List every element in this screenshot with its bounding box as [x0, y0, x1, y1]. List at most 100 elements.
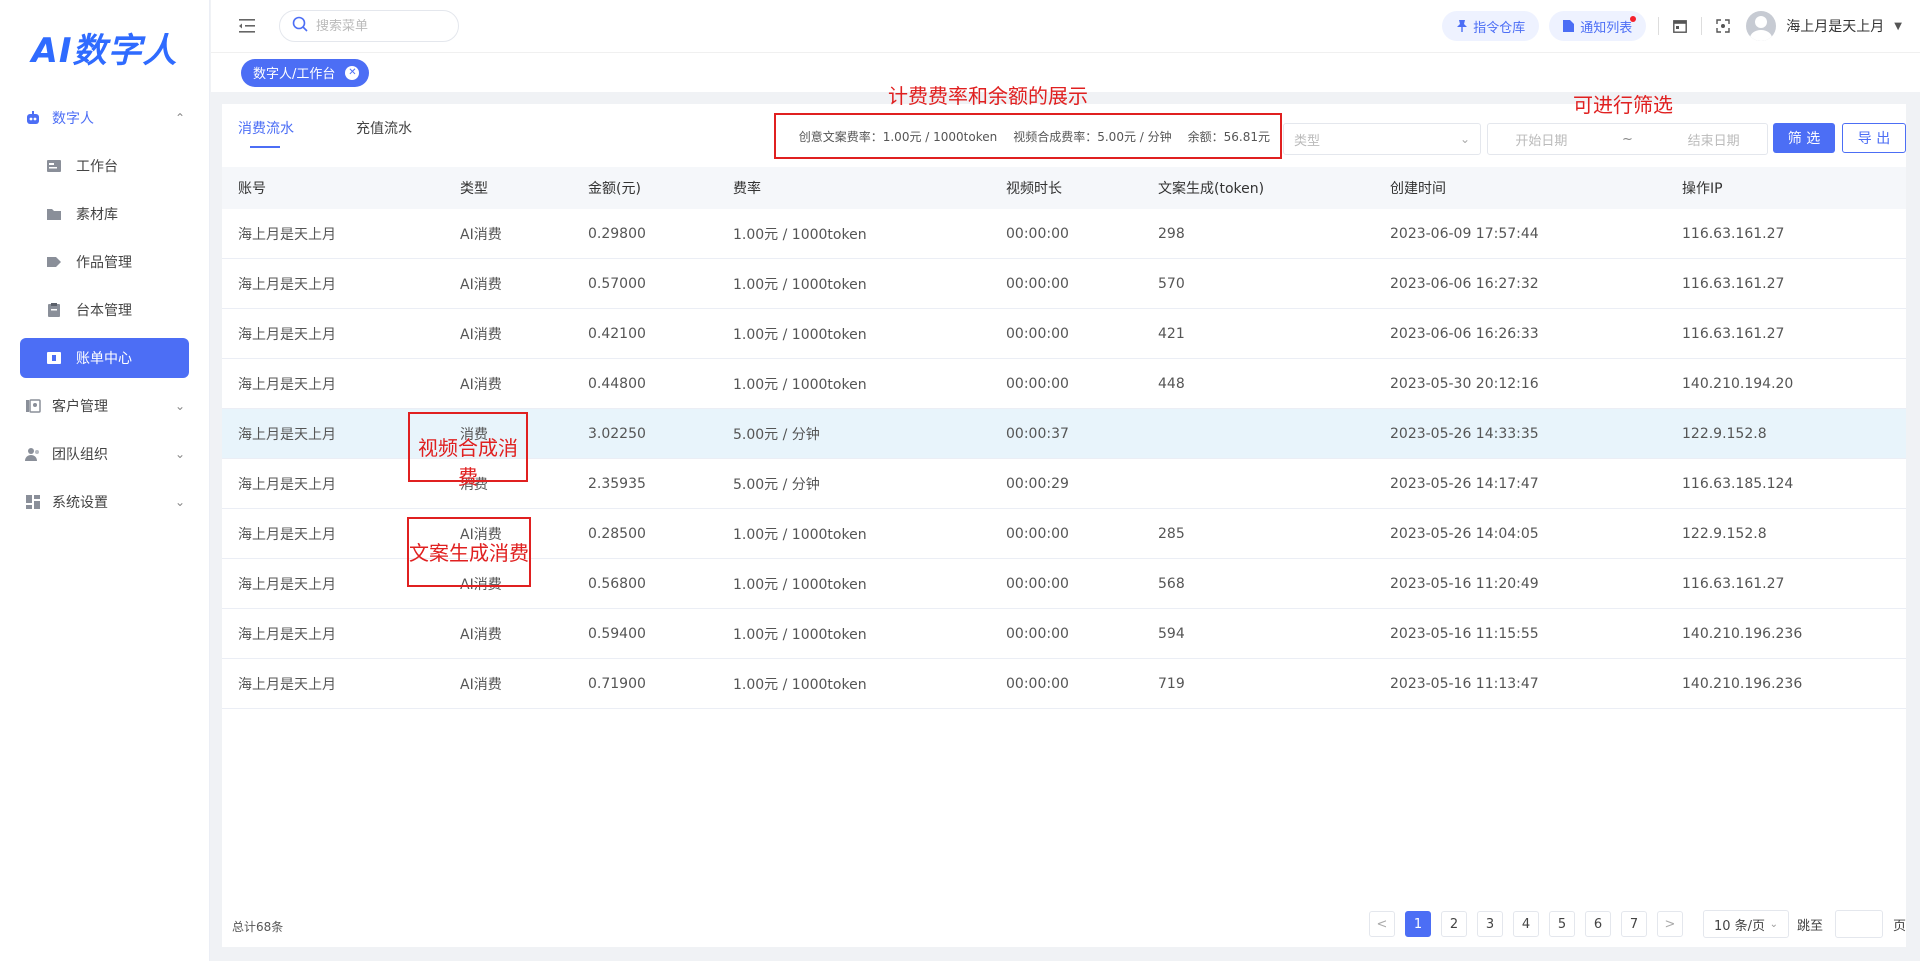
next-page-button[interactable]: >: [1656, 911, 1683, 937]
page-button[interactable]: 3: [1476, 911, 1503, 937]
table-cell: 116.63.161.27: [1682, 325, 1785, 342]
notification-dot: [1630, 16, 1637, 22]
table-cell: 116.63.161.27: [1682, 575, 1785, 592]
end-date-input[interactable]: 结束日期: [1688, 130, 1740, 149]
avatar[interactable]: [1746, 11, 1777, 41]
chevron-down-icon: ⌄: [174, 399, 185, 413]
divider: [1701, 17, 1703, 35]
column-header: 文案生成(token): [1158, 181, 1265, 197]
date-range-picker[interactable]: 开始日期 ~ 结束日期: [1487, 123, 1768, 155]
tabs: 消费流水 充值流水: [238, 118, 474, 148]
pin-icon: [1456, 20, 1468, 32]
sidebar-item-label: 账单中心: [76, 351, 132, 367]
table-cell: 0.42100: [588, 325, 646, 342]
table-cell: 116.63.161.27: [1682, 275, 1785, 292]
command-library-button[interactable]: 指令仓库: [1442, 11, 1540, 41]
table-cell: 海上月是天上月: [238, 326, 336, 343]
close-icon[interactable]: ✕: [345, 65, 360, 80]
page-size-value: 10 条/页: [1713, 918, 1766, 934]
table-cell: 3.02250: [588, 425, 646, 442]
page-button[interactable]: 5: [1548, 911, 1575, 937]
tag-workbench[interactable]: 数字人/工作台 ✕: [241, 58, 370, 87]
page-size-select[interactable]: 10 条/页 ⌄: [1702, 910, 1789, 938]
sidebar-group-digital-human[interactable]: 数字人 ⌃: [0, 94, 209, 142]
export-button[interactable]: 导 出: [1842, 123, 1906, 153]
filter-button[interactable]: 筛 选: [1773, 123, 1835, 153]
table-header: 账号 类型 金额(元) 费率 视频时长 文案生成(token) 创建时间 操作I…: [222, 167, 1906, 209]
menu-collapse-icon[interactable]: [239, 16, 259, 36]
sidebar-item-workbench[interactable]: 工作台: [0, 142, 209, 190]
table-cell: 2023-05-16 11:13:47: [1390, 675, 1539, 692]
table-cell: 1.00元 / 1000token: [733, 326, 867, 343]
column-header: 账号: [238, 181, 266, 197]
page-button[interactable]: 6: [1584, 911, 1611, 937]
page-button[interactable]: 4: [1512, 911, 1539, 937]
caret-down-icon[interactable]: ▼: [1894, 21, 1902, 32]
tab-recharge[interactable]: 充值流水: [356, 118, 412, 148]
search-input[interactable]: [316, 18, 446, 34]
sidebar-item-scripts[interactable]: 台本管理: [0, 286, 209, 334]
table-cell: 2023-05-26 14:17:47: [1390, 475, 1539, 492]
annotation-filter: 可进行筛选: [1573, 93, 1673, 117]
chevron-down-icon: ⌄: [1459, 132, 1470, 146]
page-button[interactable]: 1: [1404, 911, 1431, 937]
sidebar-item-label: 台本管理: [76, 303, 132, 319]
fullscreen-icon[interactable]: [1714, 17, 1732, 35]
table-cell: 2023-06-06 16:26:33: [1390, 325, 1539, 342]
username[interactable]: 海上月是天上月: [1786, 16, 1884, 36]
sidebar-group-settings[interactable]: 系统设置 ⌄: [0, 478, 209, 526]
menu-search[interactable]: [279, 10, 459, 42]
table-cell: 0.71900: [588, 675, 646, 692]
table-cell: 00:00:00: [1006, 675, 1069, 692]
team-icon: [24, 445, 42, 463]
table-cell: 海上月是天上月: [238, 376, 336, 393]
search-icon: [292, 16, 308, 36]
table-cell: 140.210.196.236: [1682, 625, 1803, 642]
sidebar-item-billing[interactable]: 账单中心: [20, 338, 189, 378]
table-row[interactable]: 海上月是天上月 AI消费 0.71900 1.00元 / 1000token 00:00…: [222, 659, 1906, 709]
jump-page-input[interactable]: [1834, 910, 1883, 938]
table-cell: 0.57000: [588, 275, 646, 292]
page-button[interactable]: 7: [1620, 911, 1647, 937]
total-count: 总计68条: [232, 920, 284, 934]
rate-info-box: 创意文案费率：1.00元 / 1000token 视频合成费率：5.00元 / …: [774, 113, 1282, 159]
table-cell: 0.28500: [588, 525, 646, 542]
table-row[interactable]: 海上月是天上月 AI消费 0.44800 1.00元 / 1000token 00:00…: [222, 359, 1906, 409]
page-button[interactable]: 2: [1440, 911, 1467, 937]
table-row[interactable]: 海上月是天上月 AI消费 0.59400 1.00元 / 1000token 00:00…: [222, 609, 1906, 659]
type-select[interactable]: 类型 ⌄: [1283, 123, 1481, 155]
folder-icon: [46, 206, 62, 222]
chevron-down-icon: ⌄: [174, 495, 185, 509]
tab-consumption[interactable]: 消费流水: [238, 118, 294, 148]
notice-list-button[interactable]: 通知列表: [1549, 11, 1647, 41]
sidebar-group-team[interactable]: 团队组织 ⌄: [0, 430, 209, 478]
command-library-label: 指令仓库: [1473, 20, 1526, 36]
table-cell: 140.210.194.20: [1682, 375, 1794, 392]
document-icon: [1563, 20, 1575, 32]
table-row[interactable]: 海上月是天上月 AI消费 0.57000 1.00元 / 1000token 00:00…: [222, 259, 1906, 309]
annotation-rate: 计费费率和余额的展示: [888, 84, 1088, 108]
calendar-icon[interactable]: [1671, 17, 1689, 35]
sidebar-item-works[interactable]: 作品管理: [0, 238, 209, 286]
table-cell: 2023-05-30 20:12:16: [1390, 375, 1539, 392]
bill-icon: [46, 350, 62, 366]
start-date-input[interactable]: 开始日期: [1515, 130, 1567, 149]
workbench-icon: [46, 158, 62, 174]
sidebar-item-materials[interactable]: 素材库: [0, 190, 209, 238]
table-cell: AI消费: [460, 376, 502, 393]
sidebar: AI数字人 数字人 ⌃ 工作台 素材库 作品管理 台本管理 账单中心 客户管理 …: [0, 0, 210, 961]
header-actions: 指令仓库 通知列表 海上月是天上月 ▼: [1432, 11, 1902, 41]
sidebar-group-customers[interactable]: 客户管理 ⌄: [0, 382, 209, 430]
table-row[interactable]: 海上月是天上月 AI消费 0.29800 1.00元 / 1000token 00:00…: [222, 209, 1906, 259]
table-cell: 00:00:37: [1006, 425, 1069, 442]
table-cell: 1.00元 / 1000token: [733, 676, 867, 693]
sidebar-group-label: 系统设置: [52, 495, 108, 511]
chevron-down-icon: ⌄: [1769, 918, 1778, 930]
table-cell: 00:00:00: [1006, 275, 1069, 292]
table-cell: 1.00元 / 1000token: [733, 376, 867, 393]
top-header: 指令仓库 通知列表 海上月是天上月 ▼: [211, 0, 1920, 52]
table-cell: AI消费: [460, 626, 502, 643]
table-row[interactable]: 海上月是天上月 AI消费 0.42100 1.00元 / 1000token 00:00…: [222, 309, 1906, 359]
table-cell: 0.56800: [588, 575, 646, 592]
prev-page-button[interactable]: <: [1368, 911, 1395, 937]
